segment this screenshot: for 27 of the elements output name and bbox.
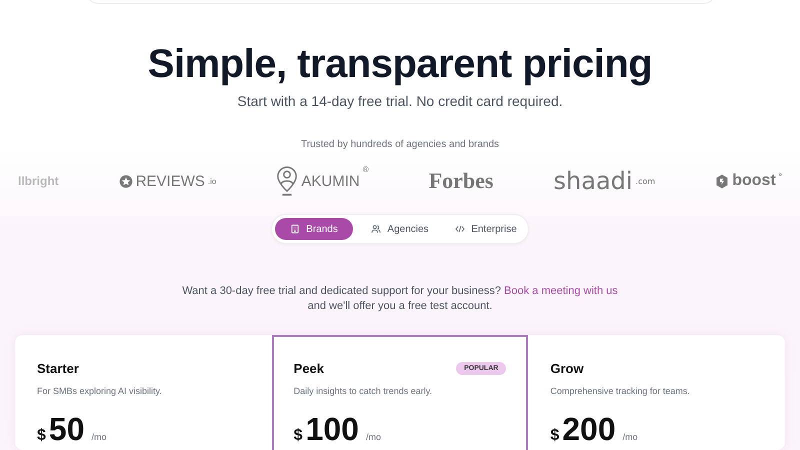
currency-symbol: $ (294, 427, 303, 445)
plan-description: Comprehensive tracking for teams. (550, 386, 691, 396)
currency-symbol: $ (37, 427, 46, 445)
plan-name: Peek (294, 360, 324, 376)
price-period: /mo (366, 432, 381, 442)
subtitle: Start with a 14-day free trial. No credit card required. (237, 93, 563, 109)
plan-tab[interactable]: Brands (275, 218, 353, 240)
brand-logo: AKUMIN ® (276, 165, 369, 197)
plan-description: For SMBs exploring AI visibility. (37, 386, 163, 396)
price-period: /mo (92, 432, 107, 442)
brand-logo: Forbes (428, 168, 494, 194)
plan-price: 50 (48, 411, 84, 448)
plan-tab[interactable]: Enterprise (447, 218, 525, 240)
trusted-caption: Trusted by hundreds of agencies and brands (300, 139, 500, 150)
plan-price: 100 (306, 411, 359, 448)
book-meeting-link[interactable]: Book a meeting with us (504, 285, 618, 297)
price-period: /mo (622, 432, 638, 442)
plan-description: Daily insights to catch trends early. (294, 386, 434, 396)
currency-symbol: $ (550, 427, 560, 445)
brand-logo: llbright (18, 174, 59, 188)
plan-price: 200 (562, 411, 616, 448)
page-title: Simple, transparent pricing (148, 41, 652, 88)
plan-name: Starter (37, 360, 79, 376)
brand-logo: boost ° (715, 172, 782, 190)
plan-tab[interactable]: Agencies (361, 218, 439, 240)
trial-offer-text: Want a 30-day free trial and dedicated support for your business? Book a meeting with us and we'll offer you a free test account. (181, 284, 619, 314)
plan-name: Grow (550, 360, 584, 376)
